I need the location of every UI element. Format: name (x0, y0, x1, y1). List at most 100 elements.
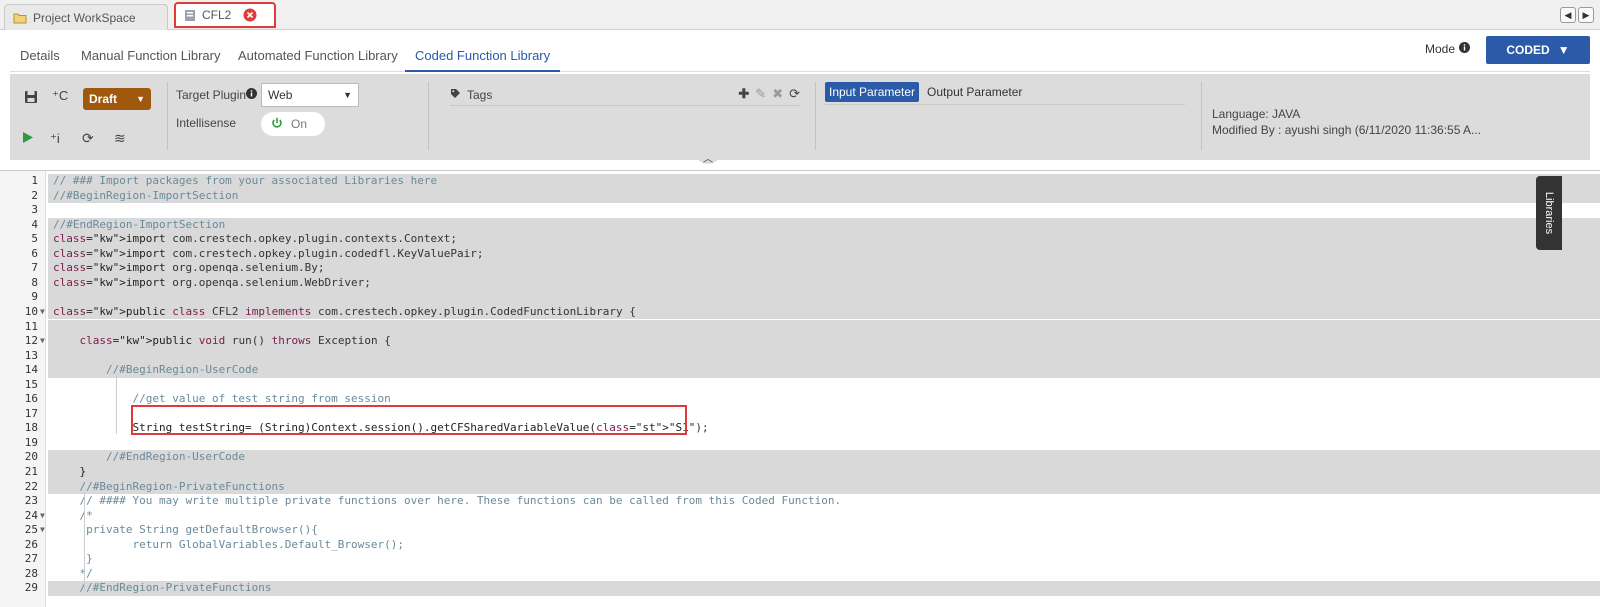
fold-toggle-icon[interactable]: ▼ (40, 305, 45, 320)
libraries-side-tab[interactable]: Libraries (1536, 176, 1562, 250)
refresh-icon[interactable]: ⟳ (789, 86, 800, 102)
save-icon[interactable] (24, 90, 38, 104)
stack-icon[interactable]: ≋ (114, 130, 126, 147)
line-number: 4 (31, 217, 38, 231)
tab-cfl2[interactable]: CFL2 (174, 2, 276, 28)
arrow-left-icon[interactable]: ◀ (1560, 7, 1576, 23)
status-dropdown[interactable]: Draft ▼ (83, 88, 151, 110)
tab-coded-function-library[interactable]: Coded Function Library (404, 48, 561, 72)
code-line[interactable]: 2 //#BeginRegion-ImportSection (0, 188, 1600, 204)
highlighted-code-line (131, 405, 687, 435)
code-line[interactable]: 29 //#EndRegion-PrivateFunctions (0, 581, 1600, 596)
collapse-panel-button[interactable]: ︿ (694, 150, 722, 165)
code-line[interactable]: 6 class="kw">import com.crestech.opkey.pl… (0, 246, 1600, 262)
delete-icon[interactable]: ✖ (772, 86, 783, 102)
code-line[interactable]: 1 // ### Import packages from your associ… (0, 174, 1600, 189)
code-line[interactable]: 23 // #### You may write multiple privat… (0, 494, 1600, 509)
intellisense-value: On (291, 117, 308, 131)
code-line[interactable]: 21 } (0, 465, 1600, 480)
code-text: class="kw">public void run() throws Exce… (48, 334, 1600, 349)
info-icon (1459, 42, 1470, 56)
code-line[interactable]: 5 class="kw">import com.crestech.opkey.pl… (0, 232, 1600, 247)
tab-automated-function-library[interactable]: Automated Function Library (238, 48, 398, 63)
edit-icon[interactable]: ✎ (755, 86, 766, 102)
code-line[interactable]: 9 (0, 290, 1600, 305)
window-tab-bar: Project WorkSpace CFL2 ◀ ▶ (0, 0, 1600, 30)
tags-label: Tags (467, 87, 493, 102)
tab-details[interactable]: Details (20, 48, 60, 63)
tab-output-parameter[interactable]: Output Parameter (923, 82, 1026, 102)
mode-label-text: Mode (1424, 42, 1455, 56)
code-editor[interactable]: 1 // ### Import packages from your associ… (0, 170, 1600, 607)
tab-scroll-arrows: ◀ ▶ (1560, 7, 1594, 23)
fold-toggle-icon[interactable]: ▼ (40, 523, 45, 538)
code-line[interactable]: 4 //#EndRegion-ImportSection (0, 217, 1600, 233)
line-number: 8 (31, 275, 38, 289)
code-line[interactable]: 28 */ (0, 567, 1600, 582)
code-line[interactable]: 3 (0, 203, 1600, 218)
intellisense-toggle[interactable]: On (261, 112, 325, 136)
code-line[interactable]: 13 (0, 348, 1600, 364)
power-icon (271, 117, 283, 132)
code-line[interactable]: 25 ▼ private String getDefaultBrowser(){ (0, 523, 1600, 538)
code-line[interactable]: 20 //#EndRegion-UserCode (0, 450, 1600, 465)
tab-label: CFL2 (202, 8, 232, 22)
code-text (48, 319, 1600, 334)
run-icon[interactable] (22, 131, 34, 144)
intellisense-label: Intellisense (176, 116, 237, 130)
line-number: 15 (24, 377, 38, 391)
code-line[interactable]: 7 class="kw">import org.openqa.selenium.B… (0, 261, 1600, 276)
arrow-right-icon[interactable]: ▶ (1578, 7, 1594, 23)
line-number: 25 (24, 523, 38, 537)
line-number: 22 (24, 479, 38, 493)
line-number: 28 (24, 566, 38, 580)
target-plugin-value: Web (268, 88, 293, 102)
parameter-tabs-underline (825, 104, 1185, 105)
line-number: 3 (31, 203, 38, 217)
close-circle-icon[interactable] (243, 8, 257, 22)
info-icon (246, 88, 257, 99)
tab-manual-function-library[interactable]: Manual Function Library (81, 48, 220, 63)
caret-down-icon: ▼ (343, 90, 352, 100)
code-line[interactable]: 12 ▼ class="kw">public void run() throws … (0, 334, 1600, 349)
code-line[interactable]: 11 (0, 319, 1600, 334)
caret-down-icon: ▼ (136, 94, 145, 104)
code-line[interactable]: 14 //#BeginRegion-UserCode (0, 363, 1600, 378)
code-line[interactable]: 19 (0, 436, 1600, 451)
code-text: private String getDefaultBrowser(){ (53, 523, 318, 537)
code-text (48, 348, 1600, 364)
add-info-icon[interactable]: ⁺i (50, 131, 60, 147)
code-line[interactable]: 10 ▼ class="kw">public class CFL2 implemen… (0, 304, 1600, 320)
refresh-icon[interactable]: ⟳ (82, 130, 94, 147)
code-text: class="kw">public class CFL2 implements … (48, 304, 1600, 320)
mode-button-label: CODED (1506, 43, 1550, 57)
mode-dropdown-button[interactable]: CODED ▼ (1486, 36, 1590, 64)
code-line[interactable]: 27 } (0, 552, 1600, 567)
code-text: } (48, 465, 1600, 480)
code-text: //#EndRegion-PrivateFunctions (48, 581, 1600, 596)
target-plugin-select[interactable]: Web ▼ (261, 83, 359, 107)
plus-icon[interactable]: ✚ (738, 86, 749, 102)
line-number: 2 (31, 188, 38, 202)
code-line[interactable]: 8 class="kw">import org.openqa.selenium.W… (0, 275, 1600, 291)
library-tabs: Details Manual Function Library Automate… (10, 38, 1590, 72)
fold-toggle-icon[interactable]: ▼ (40, 509, 45, 524)
code-line[interactable]: 15 (0, 378, 1600, 393)
tab-input-parameter[interactable]: Input Parameter (825, 82, 920, 102)
line-number: 19 (24, 435, 38, 449)
tags-field[interactable]: Tags ✚ ✎ ✖ ⟳ (450, 84, 800, 106)
code-line[interactable]: 24 ▼ /* (0, 509, 1600, 524)
fold-toggle-icon[interactable]: ▼ (40, 334, 45, 349)
code-line[interactable]: 22 //#BeginRegion-PrivateFunctions (0, 479, 1600, 495)
line-number: 24 (24, 508, 38, 522)
divider (815, 82, 816, 150)
code-text: // ### Import packages from your associa… (48, 174, 1600, 189)
line-number: 1 (31, 174, 38, 187)
code-text: class="kw">import org.openqa.selenium.We… (48, 275, 1600, 291)
add-comment-icon[interactable]: ⁺C (52, 88, 68, 104)
indent-guide (116, 376, 117, 434)
tab-project-workspace[interactable]: Project WorkSpace (4, 4, 168, 30)
code-line[interactable]: 26 return GlobalVariables.Default_Browse… (0, 538, 1600, 553)
meta-info: Language: JAVA Modified By : ayushi sing… (1212, 106, 1481, 138)
